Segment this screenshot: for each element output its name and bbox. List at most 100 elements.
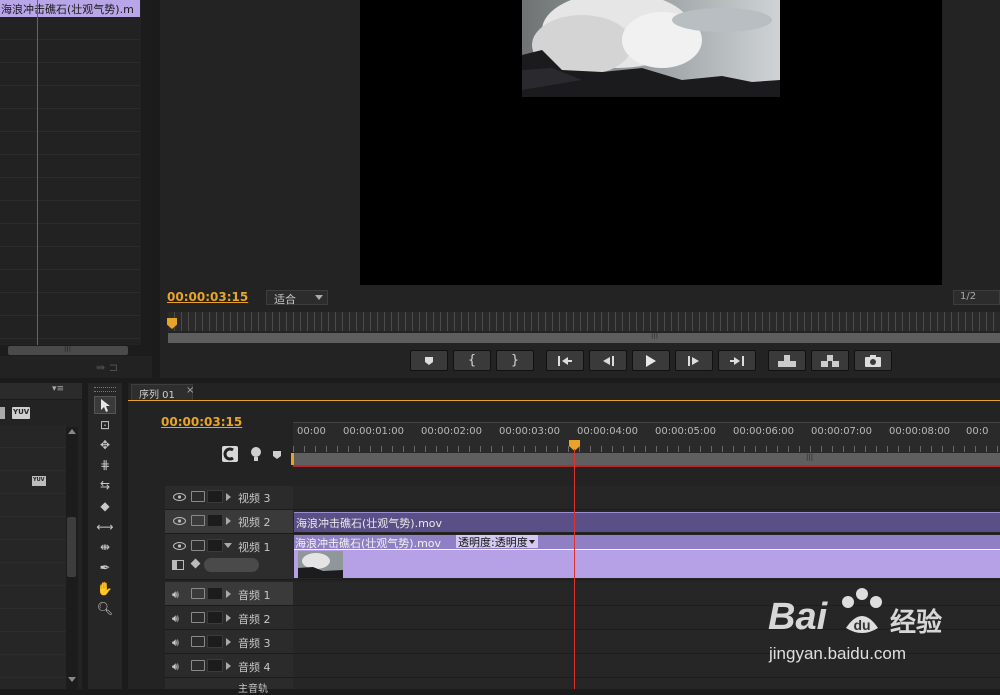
tab-close-icon[interactable]: ×	[186, 385, 194, 396]
fit-dropdown[interactable]: 适合	[266, 290, 328, 306]
project-vscrollbar[interactable]	[66, 427, 78, 689]
sync-lock-box[interactable]	[207, 514, 223, 527]
scroll-up-icon[interactable]	[68, 429, 76, 434]
mark-out-button[interactable]: }	[496, 350, 534, 371]
export-frame-button[interactable]	[854, 350, 892, 371]
zoom-tool[interactable]: 🔍︎	[94, 600, 116, 618]
chevron-down-icon	[315, 295, 323, 300]
program-monitor: 00:00:03:15 适合 1/2 |||	[160, 0, 1000, 378]
add-marker-button[interactable]	[410, 350, 448, 371]
source-export-icon[interactable]: ⇛ ⊐	[96, 361, 118, 374]
source-vscrollbar[interactable]	[141, 0, 152, 345]
lock-toggle-icon[interactable]	[191, 515, 205, 526]
rate-stretch-tool[interactable]: ⇆	[94, 476, 116, 494]
program-mini-ruler[interactable]	[168, 312, 1000, 331]
program-timecode[interactable]: 00:00:03:15	[167, 290, 248, 304]
timeline-timecode[interactable]: 00:00:03:15	[161, 415, 242, 429]
lane-master[interactable]	[293, 678, 1000, 690]
opacity-dropdown-label: 透明度:透明度	[458, 536, 528, 549]
sync-lock-box[interactable]	[207, 659, 223, 672]
lock-toggle-icon[interactable]	[191, 588, 205, 599]
opacity-line[interactable]	[294, 549, 1000, 550]
clip-video2[interactable]: 海浪冲击礁石(壮观气势).mov	[294, 512, 1000, 532]
lane-video3[interactable]	[293, 486, 1000, 510]
lock-toggle-icon[interactable]	[191, 612, 205, 623]
paw-icon: du	[842, 588, 882, 633]
track-label-video3: 视频 3	[238, 492, 271, 505]
expand-arrow-icon[interactable]	[226, 662, 231, 670]
opacity-dropdown[interactable]: 透明度:透明度	[456, 535, 538, 549]
resolution-dropdown[interactable]: 1/2	[953, 290, 1000, 305]
work-area-start[interactable]	[291, 453, 294, 465]
speaker-icon[interactable]: 🔊︎	[172, 612, 179, 626]
fit-dropdown-label: 适合	[274, 293, 296, 306]
expand-arrow-icon[interactable]	[226, 614, 231, 622]
expand-arrow-icon[interactable]	[226, 590, 231, 598]
project-toolbar-icon-left[interactable]	[0, 407, 5, 419]
step-back-button[interactable]	[589, 350, 627, 371]
eye-icon[interactable]	[173, 542, 186, 550]
lock-toggle-icon[interactable]	[191, 491, 205, 502]
track-label-video2: 视频 2	[238, 516, 271, 529]
ruler-tick-label: 00:00:08:00	[889, 426, 951, 437]
play-button[interactable]	[632, 350, 670, 371]
keyframe-nav-pill[interactable]	[204, 558, 259, 572]
work-area-bar[interactable]: |||	[293, 453, 1000, 465]
extract-icon	[821, 354, 839, 367]
track-header-video1[interactable]	[165, 534, 293, 580]
slide-icon: ⇼	[99, 540, 111, 554]
eye-icon[interactable]	[173, 517, 186, 525]
sync-lock-box[interactable]	[207, 587, 223, 600]
track-label-audio1: 音频 1	[238, 589, 271, 602]
sync-lock-box[interactable]	[207, 611, 223, 624]
lift-icon	[778, 354, 796, 367]
eye-icon[interactable]	[173, 493, 186, 501]
lock-toggle-icon[interactable]	[191, 540, 205, 551]
sync-lock-box[interactable]	[207, 490, 223, 503]
display-style-icon[interactable]	[172, 560, 184, 570]
project-vscroll-thumb[interactable]	[67, 517, 76, 577]
go-to-in-icon	[558, 355, 572, 366]
source-hscroll-thumb[interactable]: |||	[8, 344, 128, 355]
go-to-out-button[interactable]	[718, 350, 756, 371]
speaker-icon[interactable]: 🔊︎	[172, 636, 179, 650]
slide-tool[interactable]: ⇼	[94, 538, 116, 556]
lock-toggle-icon[interactable]	[191, 660, 205, 671]
expand-arrow-icon[interactable]	[226, 493, 231, 501]
snap-button[interactable]	[222, 446, 238, 462]
sync-lock-box[interactable]	[207, 635, 223, 648]
step-back-icon	[603, 355, 614, 366]
lift-button[interactable]	[768, 350, 806, 371]
mark-in-button[interactable]: {	[453, 350, 491, 371]
track-header-master[interactable]	[165, 678, 293, 690]
panel-menu-icon[interactable]: ▾≡	[52, 384, 64, 394]
work-area-grip: |||	[806, 453, 814, 461]
speaker-icon[interactable]: 🔊︎	[172, 660, 179, 674]
track-select-tool[interactable]: ⊡	[94, 416, 116, 434]
speaker-icon[interactable]: 🔊︎	[172, 588, 179, 602]
sync-lock-box[interactable]	[207, 539, 223, 552]
pen-tool[interactable]: ✒	[94, 559, 116, 577]
selection-tool[interactable]	[94, 396, 116, 414]
project-list	[0, 425, 66, 689]
expand-arrow-icon[interactable]	[226, 517, 231, 525]
collapse-arrow-icon[interactable]	[224, 543, 232, 548]
expand-arrow-icon[interactable]	[226, 638, 231, 646]
source-hscrollbar[interactable]: |||	[0, 344, 152, 356]
step-forward-button[interactable]	[675, 350, 713, 371]
lock-toggle-icon[interactable]	[191, 636, 205, 647]
razor-tool[interactable]: ◆	[94, 497, 116, 515]
program-scrubbar[interactable]: |||	[168, 331, 1000, 343]
go-to-in-button[interactable]	[546, 350, 584, 371]
set-marker-button[interactable]	[249, 446, 263, 462]
hand-tool[interactable]: ✋	[94, 580, 116, 598]
add-marker-small-button[interactable]	[272, 450, 282, 460]
slip-tool[interactable]: ⟷	[94, 518, 116, 536]
ripple-edit-tool[interactable]: ✥	[94, 436, 116, 454]
scroll-down-icon[interactable]	[68, 677, 76, 682]
clip-video1[interactable]: 海浪冲击礁石(壮观气势).mov 透明度:透明度	[294, 535, 1000, 578]
timeline-tab[interactable]: 序列 01 ×	[131, 384, 194, 401]
source-clip-bar[interactable]: 海浪冲击礁石(壮观气势).m	[0, 0, 140, 17]
extract-button[interactable]	[811, 350, 849, 371]
rolling-edit-tool[interactable]: ⋕	[94, 456, 116, 474]
